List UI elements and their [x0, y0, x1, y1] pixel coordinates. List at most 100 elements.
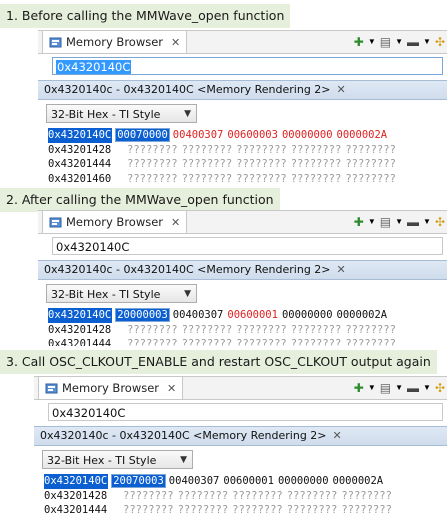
memory-row[interactable]: 0x43201428??????????????????????????????…: [48, 143, 447, 158]
memory-word[interactable]: 00000000: [278, 475, 329, 487]
memory-word[interactable]: ????????: [236, 173, 287, 185]
memory-word[interactable]: 0000002A: [333, 475, 384, 487]
close-icon[interactable]: ✕: [337, 263, 346, 276]
dropdown-arrow-icon[interactable]: ▼: [423, 384, 431, 392]
memory-word[interactable]: ????????: [123, 504, 174, 516]
memory-word[interactable]: 00000000: [282, 129, 333, 141]
refresh-icon[interactable]: ✣: [435, 216, 445, 228]
memory-word[interactable]: ????????: [341, 504, 392, 516]
close-icon[interactable]: ✕: [171, 36, 180, 49]
memory-word[interactable]: ????????: [345, 173, 396, 185]
memory-word[interactable]: ????????: [178, 490, 229, 502]
memory-word[interactable]: ????????: [345, 158, 396, 170]
memory-map-icon[interactable]: ▤: [380, 36, 391, 48]
memory-word[interactable]: ????????: [123, 490, 174, 502]
memory-word[interactable]: ????????: [236, 338, 287, 346]
memory-word[interactable]: ????????: [287, 504, 338, 516]
close-icon[interactable]: ✕: [167, 382, 176, 395]
memory-row[interactable]: 0x43201444??????????????????????????????…: [48, 157, 447, 172]
memory-word[interactable]: ????????: [345, 338, 396, 346]
rendering-tab[interactable]: 0x4320140c - 0x4320140C <Memory Renderin…: [38, 260, 447, 280]
dropdown-arrow-icon[interactable]: ▼: [423, 38, 431, 46]
memory-word[interactable]: ????????: [236, 144, 287, 156]
memory-row[interactable]: 0x43201428??????????????????????????????…: [48, 323, 447, 338]
memory-word[interactable]: ????????: [345, 324, 396, 336]
memory-word[interactable]: ????????: [345, 144, 396, 156]
memory-word[interactable]: ????????: [341, 490, 392, 502]
close-icon[interactable]: ✕: [333, 429, 342, 442]
memory-chip-icon[interactable]: ▬: [407, 216, 419, 228]
memory-word[interactable]: ????????: [291, 324, 342, 336]
memory-word[interactable]: 0000002A: [337, 129, 388, 141]
memory-row[interactable]: 0x4320140C 00070000 00400307 00600003 000000…: [48, 128, 447, 143]
memory-word[interactable]: 00000000: [282, 309, 333, 321]
format-select[interactable]: 32-Bit Hex - TI Style ▼: [42, 450, 193, 469]
dropdown-arrow-icon[interactable]: ▼: [368, 384, 376, 392]
memory-word[interactable]: ????????: [178, 504, 229, 516]
address-input[interactable]: 0x4320140C: [48, 403, 443, 421]
memory-word[interactable]: ????????: [182, 144, 233, 156]
memory-word[interactable]: ????????: [182, 173, 233, 185]
address-input[interactable]: 0x4320140C: [52, 57, 443, 75]
close-icon[interactable]: ✕: [171, 216, 180, 229]
chip-connect-icon[interactable]: ✚: [354, 216, 364, 228]
memory-word[interactable]: ????????: [291, 144, 342, 156]
refresh-icon[interactable]: ✣: [435, 382, 445, 394]
address-row: 0x4320140C: [38, 234, 447, 260]
memory-word[interactable]: ????????: [232, 490, 283, 502]
memory-chip-icon[interactable]: ▬: [407, 36, 419, 48]
refresh-icon[interactable]: ✣: [435, 36, 445, 48]
memory-row[interactable]: 0x43201444??????????????????????????????…: [48, 337, 447, 346]
dropdown-arrow-icon[interactable]: ▼: [368, 38, 376, 46]
memory-word[interactable]: ????????: [236, 324, 287, 336]
memory-browser-tab[interactable]: Memory Browser ✕: [42, 211, 188, 233]
memory-word[interactable]: 00600001: [227, 309, 278, 321]
rendering-tab[interactable]: 0x4320140c - 0x4320140C <Memory Renderin…: [38, 80, 447, 100]
memory-word[interactable]: 00400307: [173, 129, 224, 141]
memory-word[interactable]: ????????: [127, 173, 178, 185]
memory-browser-tab[interactable]: Memory Browser ✕: [38, 377, 184, 399]
dropdown-arrow-icon[interactable]: ▼: [368, 218, 376, 226]
memory-word[interactable]: 00600003: [227, 129, 278, 141]
memory-chip-icon[interactable]: ▬: [407, 382, 419, 394]
format-select[interactable]: 32-Bit Hex - TI Style ▼: [46, 284, 197, 303]
memory-word[interactable]: ????????: [291, 158, 342, 170]
memory-word[interactable]: 0000002A: [337, 309, 388, 321]
memory-word[interactable]: ????????: [127, 324, 178, 336]
chip-connect-icon[interactable]: ✚: [354, 382, 364, 394]
close-icon[interactable]: ✕: [337, 83, 346, 96]
memory-word[interactable]: 00400307: [173, 309, 224, 321]
memory-word[interactable]: 20070003: [111, 474, 166, 488]
memory-row[interactable]: 0x4320140C 20070003 00400307 00600001 000000…: [44, 474, 447, 489]
dropdown-arrow-icon[interactable]: ▼: [395, 38, 403, 46]
memory-word[interactable]: ????????: [127, 144, 178, 156]
memory-word[interactable]: ????????: [182, 338, 233, 346]
chip-connect-icon[interactable]: ✚: [354, 36, 364, 48]
memory-row[interactable]: 0x43201444??????????????????????????????…: [44, 503, 447, 518]
memory-map-icon[interactable]: ▤: [380, 382, 391, 394]
memory-word[interactable]: ????????: [287, 490, 338, 502]
memory-word[interactable]: ????????: [236, 158, 287, 170]
dropdown-arrow-icon[interactable]: ▼: [423, 218, 431, 226]
memory-row[interactable]: 0x4320140C 20000003 00400307 00600001 000000…: [48, 308, 447, 323]
memory-word[interactable]: 20000003: [115, 308, 170, 322]
address-input[interactable]: 0x4320140C: [52, 237, 443, 255]
rendering-tab[interactable]: 0x4320140c - 0x4320140C <Memory Renderin…: [34, 426, 447, 446]
dropdown-arrow-icon[interactable]: ▼: [395, 384, 403, 392]
memory-word[interactable]: ????????: [182, 324, 233, 336]
memory-word[interactable]: 00600001: [223, 475, 274, 487]
format-select[interactable]: 32-Bit Hex - TI Style ▼: [46, 104, 197, 123]
memory-word[interactable]: ????????: [127, 158, 178, 170]
memory-word[interactable]: ????????: [291, 338, 342, 346]
memory-word[interactable]: ????????: [182, 158, 233, 170]
memory-word[interactable]: 00400307: [169, 475, 220, 487]
memory-word[interactable]: ????????: [232, 504, 283, 516]
memory-word[interactable]: ????????: [291, 173, 342, 185]
memory-row[interactable]: 0x43201460??????????????????????????????…: [48, 172, 447, 187]
memory-row[interactable]: 0x43201428??????????????????????????????…: [44, 489, 447, 504]
dropdown-arrow-icon[interactable]: ▼: [395, 218, 403, 226]
memory-map-icon[interactable]: ▤: [380, 216, 391, 228]
memory-word[interactable]: ????????: [127, 338, 178, 346]
memory-browser-tab[interactable]: Memory Browser ✕: [42, 31, 188, 53]
memory-word[interactable]: 00070000: [115, 128, 170, 142]
